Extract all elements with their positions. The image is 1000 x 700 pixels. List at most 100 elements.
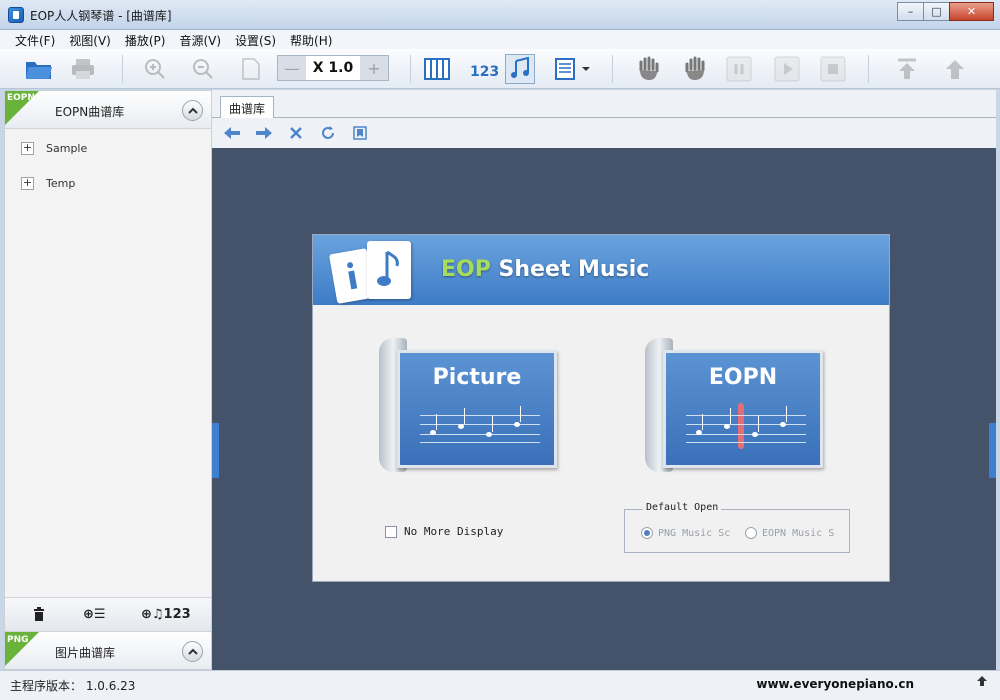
chevron-down-icon[interactable] [578,54,594,84]
eopn-badge-label: EOPN [7,93,35,103]
sheet-music-dialog: EOP Sheet Music Picture EOPN No More Dis… [312,234,890,582]
toolbar-separator [122,55,123,83]
eopn-option[interactable]: EOPN [645,338,823,472]
eopn-card[interactable]: EOPN [663,350,823,468]
note-graphic [486,432,492,437]
minimize-button[interactable]: – [897,2,924,21]
layout-icon[interactable] [550,54,580,84]
zoom-out-icon[interactable] [188,54,218,84]
title-bar: EOP人人钢琴谱 - [曲谱库] – □ ✕ [0,0,1000,30]
png-badge-label: PNG [7,635,29,645]
note-graphic [724,424,730,429]
zoom-minus-button[interactable]: — [278,56,306,80]
staff-graphic [686,406,806,443]
picture-card[interactable]: Picture [397,350,557,468]
toolbar-separator [612,55,613,83]
collapse-up-icon[interactable] [182,641,203,662]
default-open-group: Default Open PNG Music Sc EOPN Music S [624,502,850,553]
library-footer: ⊕☰ ⊕♫123 [5,597,211,631]
menu-bar: 文件(F) 视图(V) 播放(P) 音源(V) 设置(S) 帮助(H) [0,30,1000,49]
right-hand-icon[interactable] [680,54,710,84]
zoom-control: — X 1.0 + [277,55,389,81]
note-graphic [514,422,520,427]
png-radio-option[interactable]: PNG Music Sc [641,527,733,539]
refresh-icon[interactable] [320,125,336,141]
eopn-library-title: EOPN曲谱库 [55,105,125,119]
toolbar-separator [410,55,411,83]
add-score-button[interactable]: ⊕♫123 [141,607,191,622]
note-graphic [696,430,702,435]
stop-load-icon[interactable] [288,125,304,141]
left-splitter-handle[interactable] [212,423,219,478]
staff-notation-icon[interactable] [505,54,535,84]
status-bar: 主程序版本： 1.0.6.23 www.everyonepiano.cn [0,670,1000,700]
library-panel: EOPN EOPN曲谱库 + Sample + Temp ⊕☰ ⊕♫123 PN… [4,90,212,670]
add-list-button[interactable]: ⊕☰ [83,607,106,622]
menu-file[interactable]: 文件(F) [8,30,62,49]
play-icon[interactable] [772,54,802,84]
numbered-notation-icon[interactable]: 123 [468,54,498,84]
dialog-title-rest: Sheet Music [490,257,650,282]
folder-open-icon[interactable] [24,54,54,84]
stop-icon[interactable] [818,54,848,84]
maximize-button[interactable]: □ [923,2,950,21]
forward-arrow-icon[interactable] [256,125,272,141]
menu-help[interactable]: 帮助(H) [283,30,339,49]
up-icon[interactable] [940,54,970,84]
top-icon[interactable] [892,54,922,84]
png-radio[interactable] [641,527,653,539]
dialog-header: EOP Sheet Music [313,235,889,305]
no-more-display-option[interactable]: No More Display [385,525,503,538]
stem-graphic [492,416,493,432]
menu-view[interactable]: 视图(V) [62,30,118,49]
no-more-display-checkbox[interactable] [385,525,397,538]
png-library-header[interactable]: PNG 图片曲谱库 [5,631,211,669]
window-title: EOP人人钢琴谱 - [曲谱库] [30,9,172,23]
menu-settings[interactable]: 设置(S) [228,30,283,49]
fit-page-icon[interactable] [236,54,266,84]
png-radio-label: PNG Music Sc [658,527,731,539]
eopn-radio-label: EOPN Music S [762,527,835,539]
collapse-up-icon[interactable] [182,100,203,121]
back-arrow-icon[interactable] [224,125,240,141]
menu-sound[interactable]: 音源(V) [172,30,228,49]
tree-item-temp[interactable]: + Temp [21,174,75,192]
bookmark-icon[interactable] [352,125,368,141]
eopn-radio[interactable] [745,527,757,539]
scroll-top-icon[interactable] [976,675,988,691]
eopn-radio-option[interactable]: EOPN Music S [745,527,837,539]
tree-item-sample[interactable]: + Sample [21,139,87,157]
stem-graphic [730,408,731,424]
dialog-title: EOP Sheet Music [441,257,649,282]
pause-icon[interactable] [724,54,754,84]
close-button[interactable]: ✕ [949,2,994,21]
note-graphic [752,432,758,437]
content-stage: EOP Sheet Music Picture EOPN No More Dis… [212,148,996,670]
eopn-library-header[interactable]: EOPN EOPN曲谱库 [5,91,211,129]
stem-graphic [786,406,787,422]
print-icon[interactable] [68,54,98,84]
expand-icon[interactable]: + [21,141,34,155]
eopn-label: EOPN [708,365,778,390]
note-graphic [430,430,436,435]
tab-bar: 曲谱库 [212,90,996,118]
tab-library[interactable]: 曲谱库 [220,96,275,118]
window-controls: – □ ✕ [897,2,994,22]
toolbar: 123 [0,49,1000,89]
zoom-in-icon[interactable] [140,54,170,84]
nav-bar [212,118,996,148]
left-hand-icon[interactable] [634,54,664,84]
music-note-icon [367,241,411,299]
expand-icon[interactable]: + [21,176,34,190]
trash-icon[interactable] [33,607,45,625]
piano-keys-icon[interactable] [422,54,452,84]
picture-label: Picture [432,365,522,390]
right-splitter-handle[interactable] [989,423,996,478]
menu-play[interactable]: 播放(P) [118,30,173,49]
version-text: 主程序版本： 1.0.6.23 [10,679,136,693]
stem-graphic [436,414,437,430]
picture-option[interactable]: Picture [379,338,557,472]
website-link[interactable]: www.everyonepiano.cn [756,677,914,691]
zoom-plus-button[interactable]: + [360,56,388,80]
note-graphic [780,422,786,427]
